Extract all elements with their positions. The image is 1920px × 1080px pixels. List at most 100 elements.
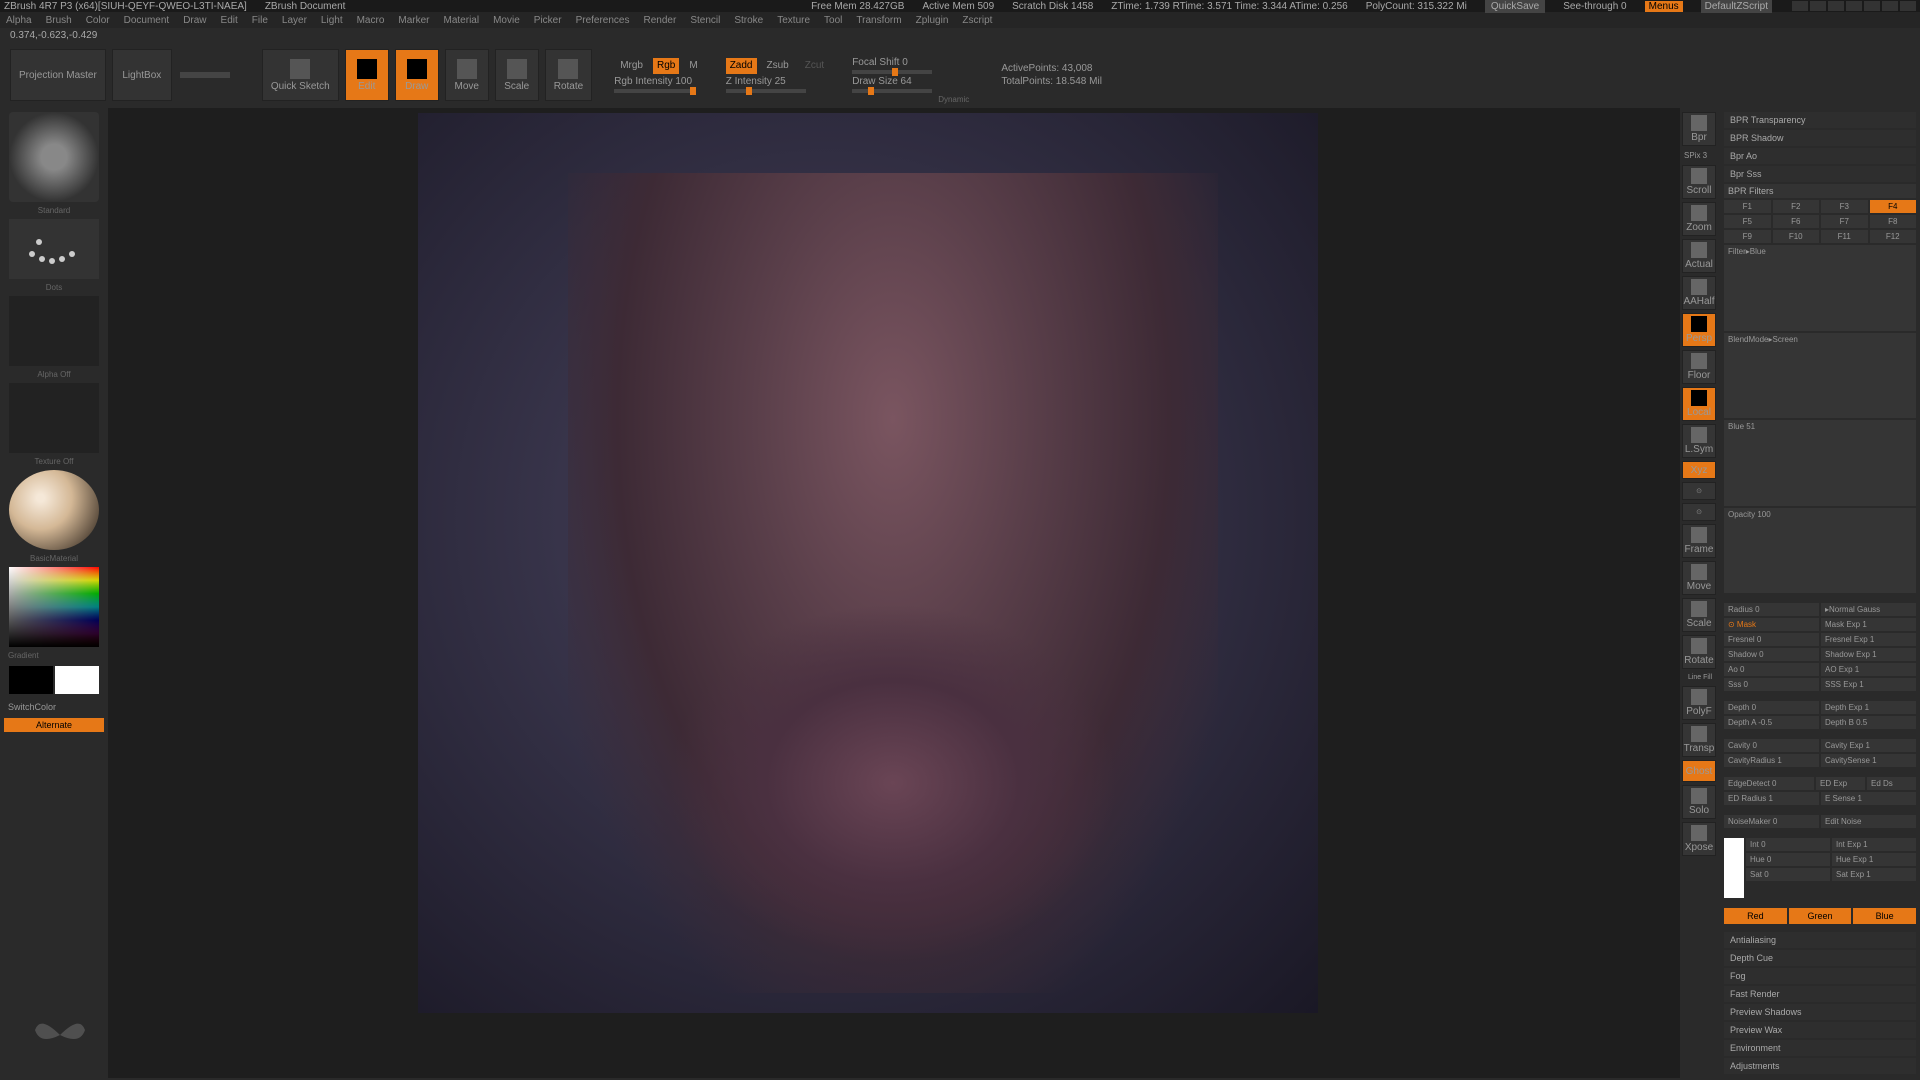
texture-preview[interactable]	[9, 383, 99, 453]
f2[interactable]: F2	[1773, 200, 1820, 213]
nav-xpose[interactable]: Xpose	[1682, 822, 1716, 856]
menu-material[interactable]: Material	[444, 15, 480, 26]
depth-b[interactable]: Depth B 0.5	[1821, 716, 1916, 729]
default-script[interactable]: DefaultZScript	[1701, 0, 1772, 13]
cavity-slider[interactable]: Cavity 0	[1724, 739, 1819, 752]
nav-lsym[interactable]: L.Sym	[1682, 424, 1716, 458]
menu-light[interactable]: Light	[321, 15, 343, 26]
menu-texture[interactable]: Texture	[777, 15, 810, 26]
nav-solo[interactable]: Solo	[1682, 785, 1716, 819]
nav-floor[interactable]: Floor	[1682, 350, 1716, 384]
menu-macro[interactable]: Macro	[357, 15, 385, 26]
bpr-ao-section[interactable]: Bpr Ao	[1724, 148, 1916, 164]
menu-alpha[interactable]: Alpha	[6, 15, 32, 26]
sss-slider[interactable]: Sss 0	[1724, 678, 1819, 691]
color-swatch[interactable]	[1724, 838, 1744, 898]
menu-zscript[interactable]: Zscript	[962, 15, 992, 26]
gradient-label[interactable]: Gradient	[4, 651, 104, 660]
depth-exp[interactable]: Depth Exp 1	[1821, 701, 1916, 714]
zadd-button[interactable]: Zadd	[726, 58, 757, 74]
fresnel-slider[interactable]: Fresnel 0	[1724, 633, 1819, 646]
menu-marker[interactable]: Marker	[398, 15, 429, 26]
scale-button[interactable]: Scale	[495, 49, 539, 101]
fog-section[interactable]: Fog	[1724, 968, 1916, 984]
cavity-sense[interactable]: CavitySense 1	[1821, 754, 1916, 767]
cavity-exp[interactable]: Cavity Exp 1	[1821, 739, 1916, 752]
green-toggle[interactable]: Green	[1789, 908, 1852, 924]
bpr-sss-section[interactable]: Bpr Sss	[1724, 166, 1916, 182]
noise-maker[interactable]: NoiseMaker 0	[1724, 815, 1819, 828]
depth-a[interactable]: Depth A -0.5	[1724, 716, 1819, 729]
zsub-button[interactable]: Zsub	[761, 60, 795, 71]
menu-preferences[interactable]: Preferences	[576, 15, 630, 26]
brush-preview[interactable]	[9, 112, 99, 202]
f12[interactable]: F12	[1870, 230, 1917, 243]
swatch-black[interactable]	[9, 666, 53, 694]
quicksave-button[interactable]: QuickSave	[1485, 0, 1545, 13]
bpr-shadow-section[interactable]: BPR Shadow	[1724, 130, 1916, 146]
window-btn-4[interactable]	[1846, 1, 1862, 11]
menu-tool[interactable]: Tool	[824, 15, 842, 26]
environment-section[interactable]: Environment	[1724, 1040, 1916, 1056]
lightbox-slider[interactable]	[180, 72, 230, 78]
menu-movie[interactable]: Movie	[493, 15, 520, 26]
nav-bpr[interactable]: Bpr	[1682, 112, 1716, 146]
alternate-button[interactable]: Alternate	[4, 718, 104, 732]
antialiasing-section[interactable]: Antialiasing	[1724, 932, 1916, 948]
blue-toggle[interactable]: Blue	[1853, 908, 1916, 924]
mask-slider[interactable]: ⊙ Mask	[1724, 618, 1819, 631]
menu-file[interactable]: File	[252, 15, 268, 26]
sat-exp[interactable]: Sat Exp 1	[1832, 868, 1916, 881]
canvas[interactable]	[108, 108, 1680, 1078]
sculpt-mesh[interactable]	[568, 173, 1218, 993]
zcut-button[interactable]: Zcut	[799, 60, 830, 71]
rgb-button[interactable]: Rgb	[653, 58, 679, 74]
nav-dot1[interactable]: ⊙	[1682, 482, 1716, 500]
fresnel-exp[interactable]: Fresnel Exp 1	[1821, 633, 1916, 646]
focal-shift-slider[interactable]: Focal Shift 0	[852, 57, 932, 74]
nav-local[interactable]: Local	[1682, 387, 1716, 421]
window-btn-1[interactable]	[1792, 1, 1808, 11]
menu-stencil[interactable]: Stencil	[690, 15, 720, 26]
f4[interactable]: F4	[1870, 200, 1917, 213]
close-button[interactable]	[1900, 1, 1916, 11]
rgb-intensity-slider[interactable]: Rgb Intensity 100	[614, 76, 704, 93]
dynamic-label[interactable]: Dynamic	[938, 95, 969, 104]
int-exp[interactable]: Int Exp 1	[1832, 838, 1916, 851]
bpr-transparency-section[interactable]: BPR Transparency	[1724, 112, 1916, 128]
filter-type[interactable]: Filter▸Blue	[1724, 245, 1916, 331]
window-btn-2[interactable]	[1810, 1, 1826, 11]
cavity-radius[interactable]: CavityRadius 1	[1724, 754, 1819, 767]
hue-slider[interactable]: Hue 0	[1746, 853, 1830, 866]
switch-color-button[interactable]: SwitchColor	[4, 700, 104, 714]
sat-slider[interactable]: Sat 0	[1746, 868, 1830, 881]
nav-persp[interactable]: Persp	[1682, 313, 1716, 347]
nav-transp[interactable]: Transp	[1682, 723, 1716, 757]
m-button[interactable]: M	[683, 60, 703, 71]
shadow-slider[interactable]: Shadow 0	[1724, 648, 1819, 661]
viewport[interactable]	[418, 113, 1318, 1013]
shadow-exp[interactable]: Shadow Exp 1	[1821, 648, 1916, 661]
preview-shadows-section[interactable]: Preview Shadows	[1724, 1004, 1916, 1020]
hue-exp[interactable]: Hue Exp 1	[1832, 853, 1916, 866]
edit-button[interactable]: Edit	[345, 49, 389, 101]
f6[interactable]: F6	[1773, 215, 1820, 228]
f8[interactable]: F8	[1870, 215, 1917, 228]
menu-transform[interactable]: Transform	[856, 15, 901, 26]
menu-zplugin[interactable]: Zplugin	[916, 15, 949, 26]
menu-draw[interactable]: Draw	[183, 15, 206, 26]
depth-cue-section[interactable]: Depth Cue	[1724, 950, 1916, 966]
nav-frame[interactable]: Frame	[1682, 524, 1716, 558]
spix-label[interactable]: SPix 3	[1682, 149, 1718, 162]
f1[interactable]: F1	[1724, 200, 1771, 213]
preview-wax-section[interactable]: Preview Wax	[1724, 1022, 1916, 1038]
nav-aahalf[interactable]: AAHalf	[1682, 276, 1716, 310]
e-sense[interactable]: E Sense 1	[1821, 792, 1916, 805]
nav-ghost[interactable]: Ghost	[1682, 760, 1716, 782]
draw-size-slider[interactable]: Draw Size 64	[852, 76, 932, 93]
f7[interactable]: F7	[1821, 215, 1868, 228]
nav-polyf[interactable]: PolyF	[1682, 686, 1716, 720]
fast-render-section[interactable]: Fast Render	[1724, 986, 1916, 1002]
opacity-slider[interactable]: Opacity 100	[1724, 508, 1916, 594]
menu-stroke[interactable]: Stroke	[734, 15, 763, 26]
